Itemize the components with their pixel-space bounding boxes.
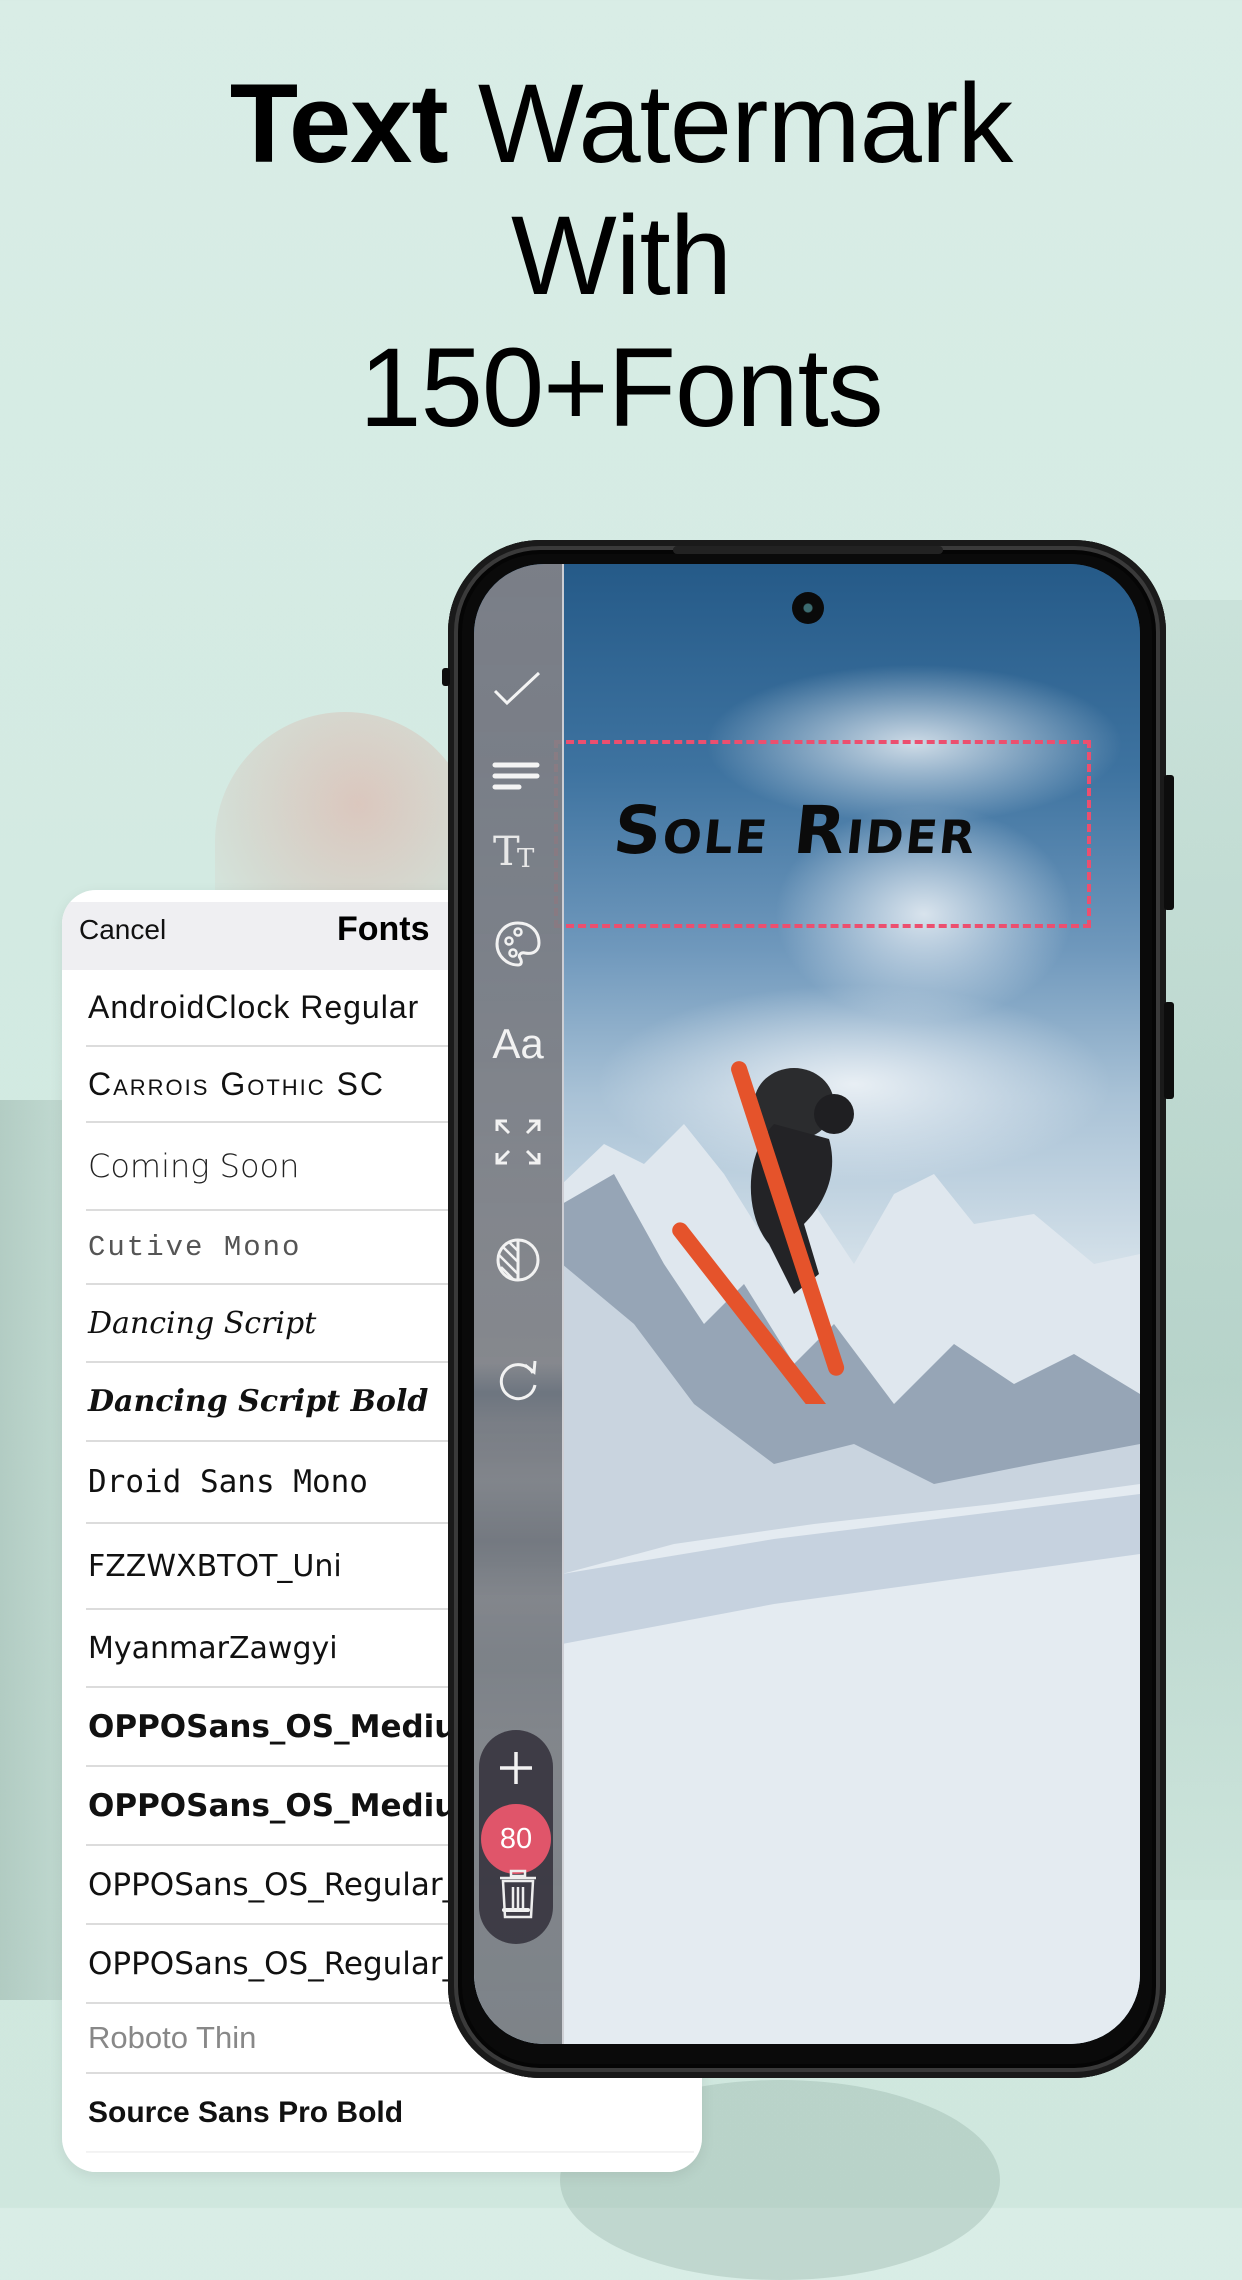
editor-toolbar: T T Aa 80 <box>474 564 564 2044</box>
headline-bold-word: Text <box>229 61 449 186</box>
watermark-selection-box[interactable]: Sole Rider <box>554 740 1091 928</box>
text-size-button[interactable]: T T <box>488 820 548 880</box>
align-left-icon <box>492 762 540 790</box>
plus-icon <box>500 1752 532 1784</box>
watermark-text[interactable]: Sole Rider <box>610 792 981 869</box>
expand-icon <box>495 1119 541 1165</box>
align-button[interactable] <box>488 744 548 804</box>
fonts-panel-title: Fonts <box>337 910 430 948</box>
font-aa-icon: Aa <box>492 1020 544 1067</box>
confirm-button[interactable] <box>488 660 548 720</box>
increase-size-button[interactable] <box>479 1738 553 1798</box>
headline-line-2: With <box>511 193 732 318</box>
phone-screen: Sole Rider T T Aa 80 <box>474 564 1140 2044</box>
phone-frame: Sole Rider T T Aa 80 <box>442 540 1174 2078</box>
phone-speaker <box>673 546 943 554</box>
expand-button[interactable] <box>488 1112 548 1172</box>
phone-volume-button <box>1164 775 1174 910</box>
phone-side-key <box>442 668 450 686</box>
palette-icon <box>495 921 541 967</box>
font-button[interactable]: Aa <box>488 1014 548 1074</box>
svg-text:T: T <box>493 829 520 875</box>
delete-button[interactable] <box>488 1864 548 1924</box>
rotate-icon <box>499 1360 537 1401</box>
headline-rest: Watermark <box>447 61 1013 186</box>
list-fade <box>62 2132 702 2172</box>
text-size-icon: T T <box>493 829 535 875</box>
svg-text:T: T <box>517 844 535 874</box>
headline-line-1: Text Watermark <box>0 58 1242 190</box>
front-camera <box>792 592 824 624</box>
trash-icon <box>500 1869 536 1919</box>
headline: Text Watermark With 150+Fonts <box>0 58 1242 454</box>
rotate-button[interactable] <box>488 1350 548 1410</box>
phone-power-button <box>1164 1002 1174 1099</box>
cancel-button[interactable]: Cancel <box>79 914 166 946</box>
checkmark-icon <box>493 671 541 706</box>
color-button[interactable] <box>488 914 548 974</box>
headline-line-3: 150+Fonts <box>359 325 883 450</box>
contrast-icon <box>496 1238 540 1282</box>
opacity-button[interactable] <box>488 1230 548 1290</box>
skier <box>672 1061 854 1404</box>
